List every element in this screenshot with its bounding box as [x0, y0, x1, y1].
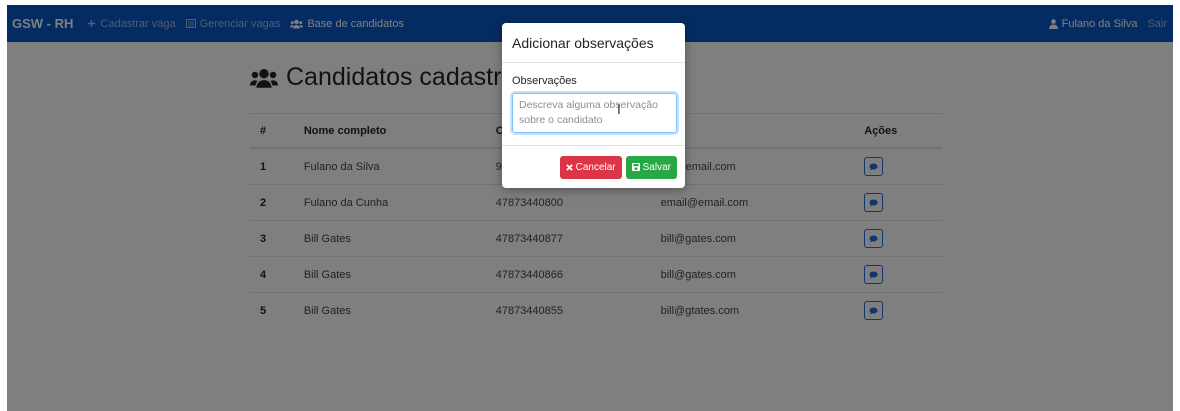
observations-textarea[interactable]: Descreva alguma observação sobre o candi… [512, 93, 677, 133]
save-button[interactable]: Salvar [625, 155, 677, 179]
text-cursor-icon: I [617, 103, 621, 118]
observations-placeholder: Descreva alguma observação sobre o candi… [519, 99, 658, 126]
observations-label: Observações [512, 75, 577, 87]
cancel-button-label: Cancelar [575, 161, 616, 173]
save-button-label: Salvar [642, 161, 671, 173]
observations-modal: Adicionar observações Observações Descre… [502, 23, 685, 188]
save-icon [631, 163, 640, 171]
modal-body: Observações Descreva alguma observação s… [502, 63, 685, 133]
modal-header: Adicionar observações [502, 23, 685, 63]
modal-title: Adicionar observações [512, 34, 654, 51]
times-icon [565, 163, 573, 171]
cancel-button[interactable]: Cancelar [559, 155, 622, 179]
app-frame: GSW - RH Cadastrar vaga Gerenciar vagas [7, 5, 1173, 411]
modal-footer: Cancelar Salvar [502, 145, 685, 188]
